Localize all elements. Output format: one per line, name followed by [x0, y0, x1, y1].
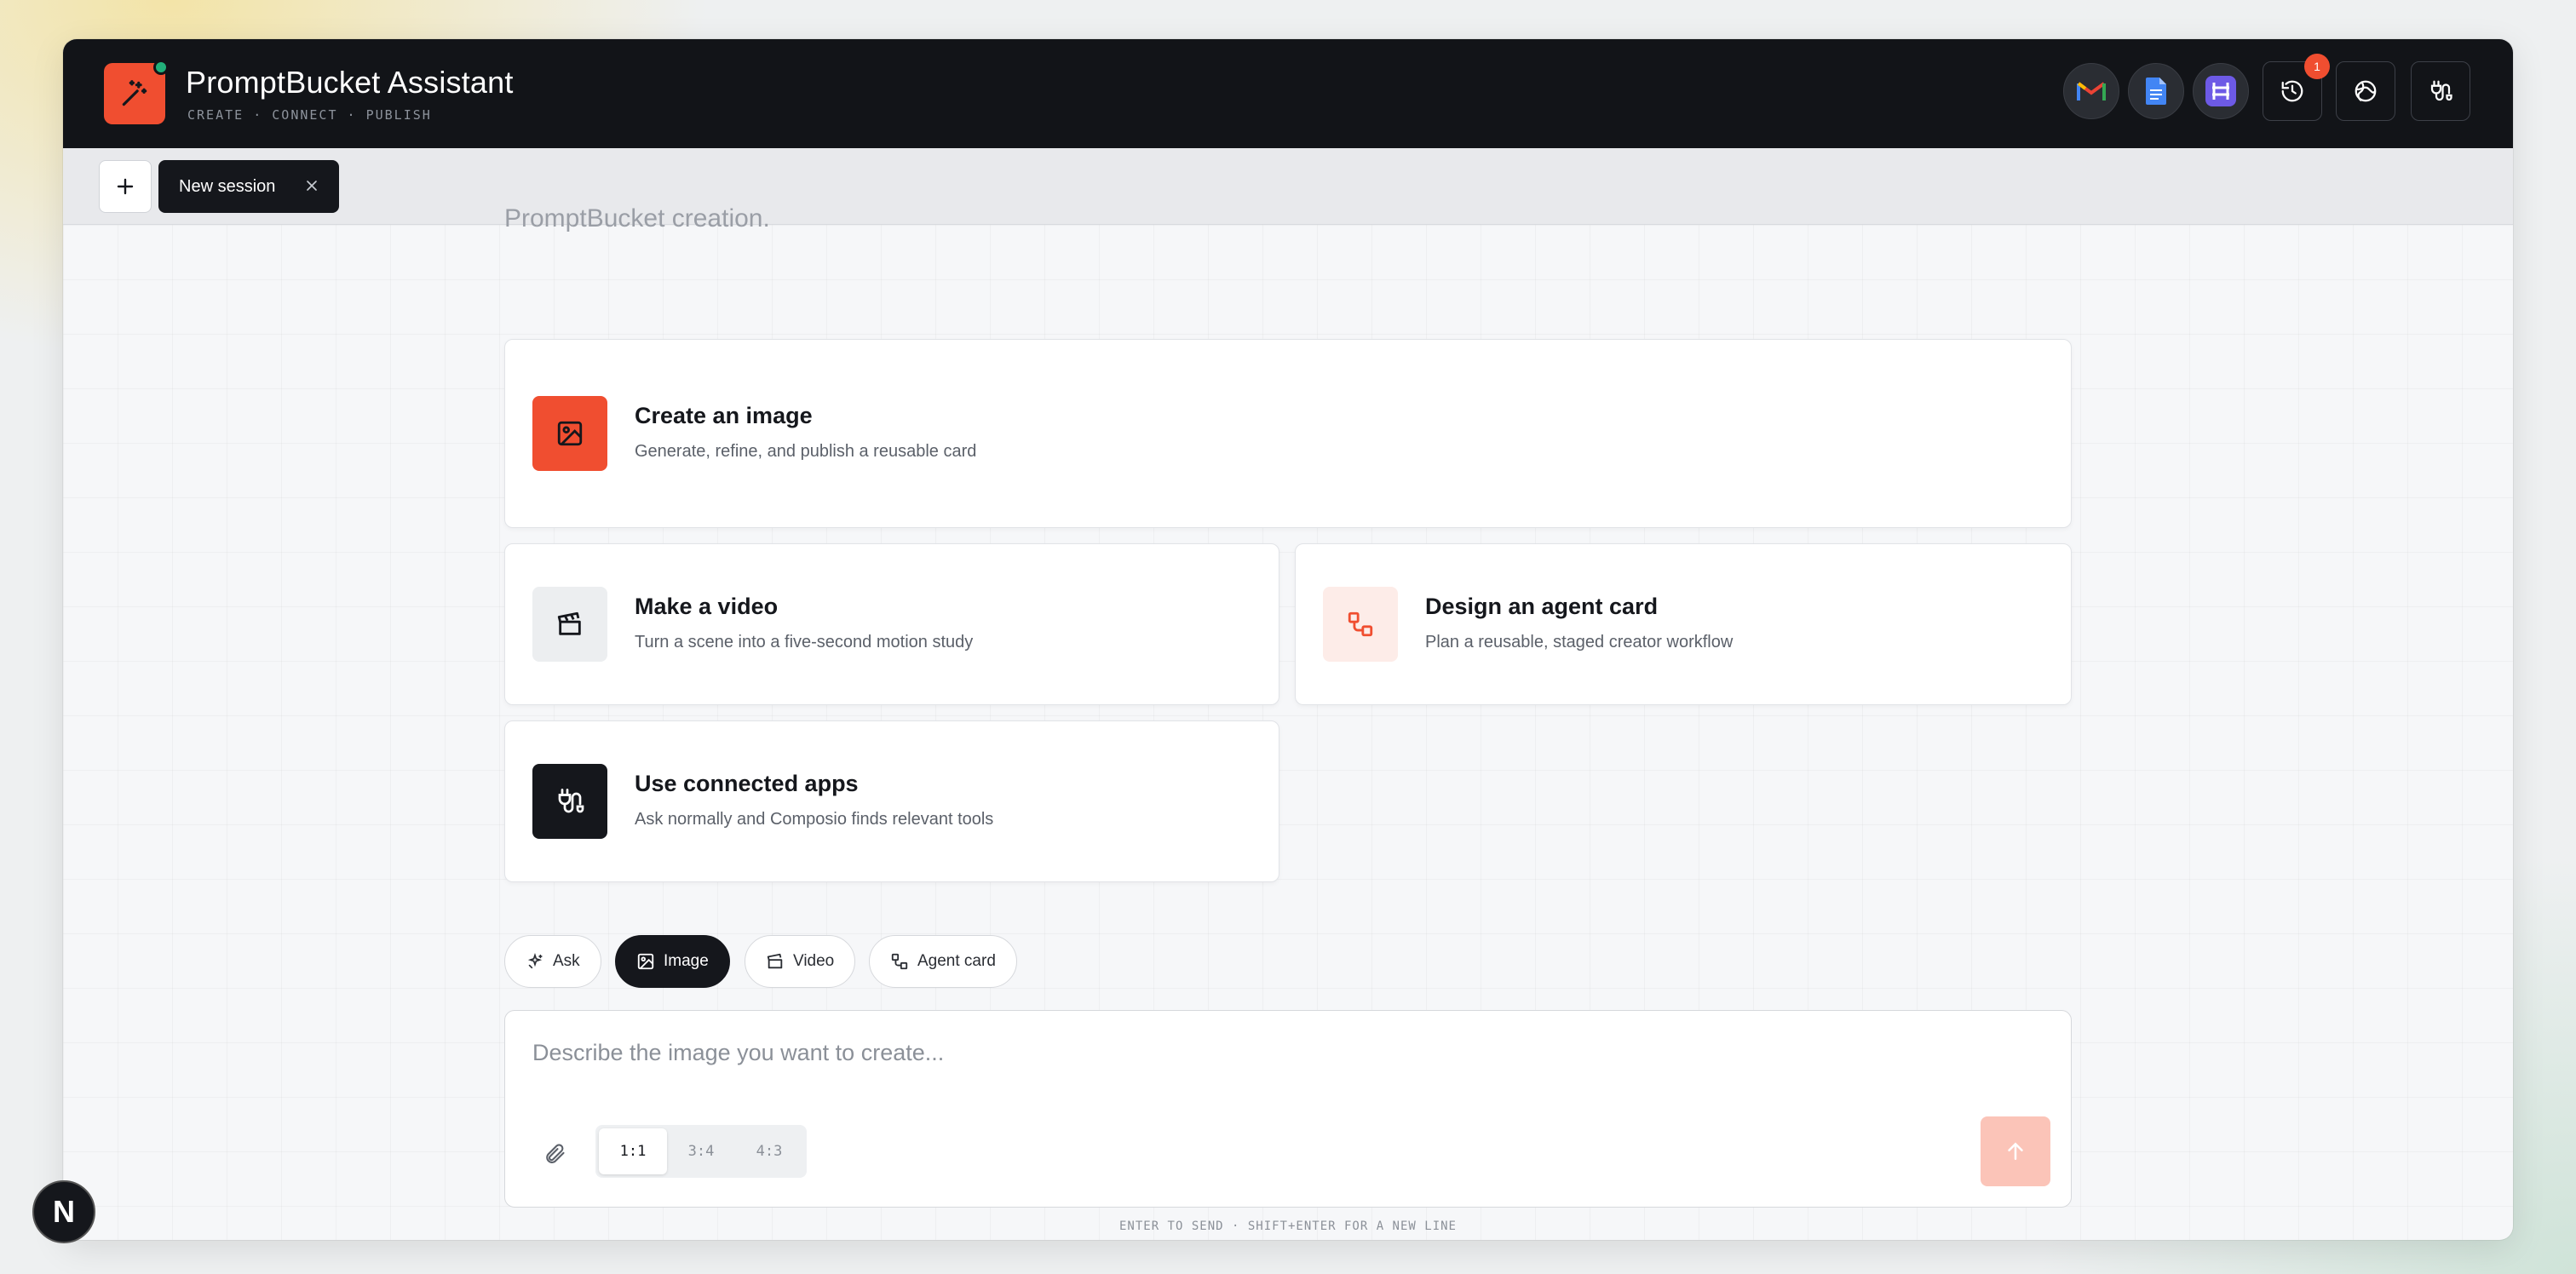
- card-icon-box: [532, 396, 607, 471]
- faded-heading: PromptBucket creation.: [504, 204, 770, 232]
- connections-button[interactable]: [2411, 61, 2470, 121]
- card-icon-box: [532, 764, 607, 839]
- prompt-input[interactable]: [532, 1040, 1981, 1066]
- globe-button[interactable]: [2336, 61, 2395, 121]
- session-tab-bar: New session: [63, 148, 2513, 225]
- mode-label: Ask: [553, 952, 580, 970]
- history-button[interactable]: 1: [2263, 54, 2330, 121]
- app-title: PromptBucket Assistant: [186, 65, 514, 100]
- card-title: Design an agent card: [1425, 594, 1659, 619]
- integration-app-icon: [2205, 76, 2236, 106]
- card-icon-box: [532, 587, 607, 662]
- google-docs-button[interactable]: [2128, 63, 2184, 119]
- mode-video-button[interactable]: Video: [745, 935, 856, 988]
- connections-icon: [2430, 80, 2452, 101]
- aspect-ratio-selector: 1:1 3:4 4:3: [595, 1125, 807, 1178]
- prompt-composer: 1:1 3:4 4:3: [504, 1010, 2072, 1208]
- image-icon: [637, 953, 654, 970]
- app-window: PromptBucket Assistant CREATE · CONNECT …: [63, 39, 2513, 1240]
- main-content: PromptBucket creation. Create an image G…: [63, 204, 2513, 1240]
- card-connected-apps[interactable]: Use connected apps Ask normally and Comp…: [504, 720, 1279, 882]
- arrow-up-icon: [2008, 1142, 2023, 1160]
- gmail-button[interactable]: [2063, 63, 2119, 119]
- plus-icon: [117, 178, 134, 195]
- mode-label: Video: [793, 952, 835, 970]
- workflow-icon: [1348, 611, 1373, 637]
- top-bar: PromptBucket Assistant CREATE · CONNECT …: [63, 39, 2513, 148]
- magic-wand-icon: [122, 80, 147, 106]
- send-button[interactable]: [1981, 1116, 2050, 1186]
- tab-new-session[interactable]: New session: [158, 160, 339, 213]
- status-dot: [153, 60, 169, 75]
- globe-icon: [2355, 80, 2377, 102]
- paperclip-icon: [546, 1144, 565, 1163]
- workflow-icon: [891, 953, 908, 970]
- image-icon: [557, 421, 583, 446]
- keyboard-hint: ENTER TO SEND · SHIFT+ENTER FOR A NEW LI…: [1118, 1219, 1457, 1233]
- card-description: Plan a reusable, staged creator workflow: [1425, 633, 1734, 651]
- card-create-image[interactable]: Create an image Generate, refine, and pu…: [504, 339, 2072, 528]
- ratio-option-3-4[interactable]: 3:4: [667, 1128, 735, 1174]
- mode-label: Agent card: [917, 952, 996, 970]
- card-design-agent[interactable]: Design an agent card Plan a reusable, st…: [1295, 543, 2072, 705]
- close-icon[interactable]: [303, 177, 320, 194]
- history-icon: [2281, 80, 2303, 102]
- mode-image-button[interactable]: Image: [615, 935, 730, 988]
- mode-label: Image: [664, 952, 709, 970]
- app-logo: [104, 60, 169, 124]
- plug-icon: [558, 789, 584, 813]
- card-description: Generate, refine, and publish a reusable…: [635, 442, 977, 461]
- corner-badge[interactable]: N: [32, 1180, 95, 1243]
- new-session-button[interactable]: [99, 160, 152, 213]
- gmail-icon: [2077, 82, 2106, 100]
- mode-agent-card-button[interactable]: Agent card: [869, 935, 1017, 988]
- integration-button[interactable]: [2193, 63, 2249, 119]
- card-title: Make a video: [635, 594, 779, 619]
- clapperboard-icon: [767, 953, 783, 969]
- app-subtitle: CREATE · CONNECT · PUBLISH: [187, 107, 432, 123]
- card-make-video[interactable]: Make a video Turn a scene into a five-se…: [504, 543, 1279, 705]
- clapperboard-icon: [557, 611, 581, 635]
- card-title: Create an image: [635, 403, 813, 428]
- card-description: Ask normally and Composio finds relevant…: [635, 810, 994, 829]
- sparkles-icon: [527, 953, 543, 969]
- card-icon-box: [1323, 587, 1398, 662]
- google-docs-icon: [2146, 77, 2166, 105]
- ratio-option-4-3[interactable]: 4:3: [735, 1128, 803, 1174]
- session-tab-label: New session: [179, 176, 276, 196]
- card-description: Turn a scene into a five-second motion s…: [635, 633, 974, 651]
- mode-ask-button[interactable]: Ask: [504, 935, 601, 988]
- notification-badge: 1: [2304, 54, 2330, 79]
- card-title: Use connected apps: [635, 771, 859, 796]
- ratio-option-1-1[interactable]: 1:1: [599, 1128, 667, 1174]
- attach-button[interactable]: [531, 1130, 578, 1178]
